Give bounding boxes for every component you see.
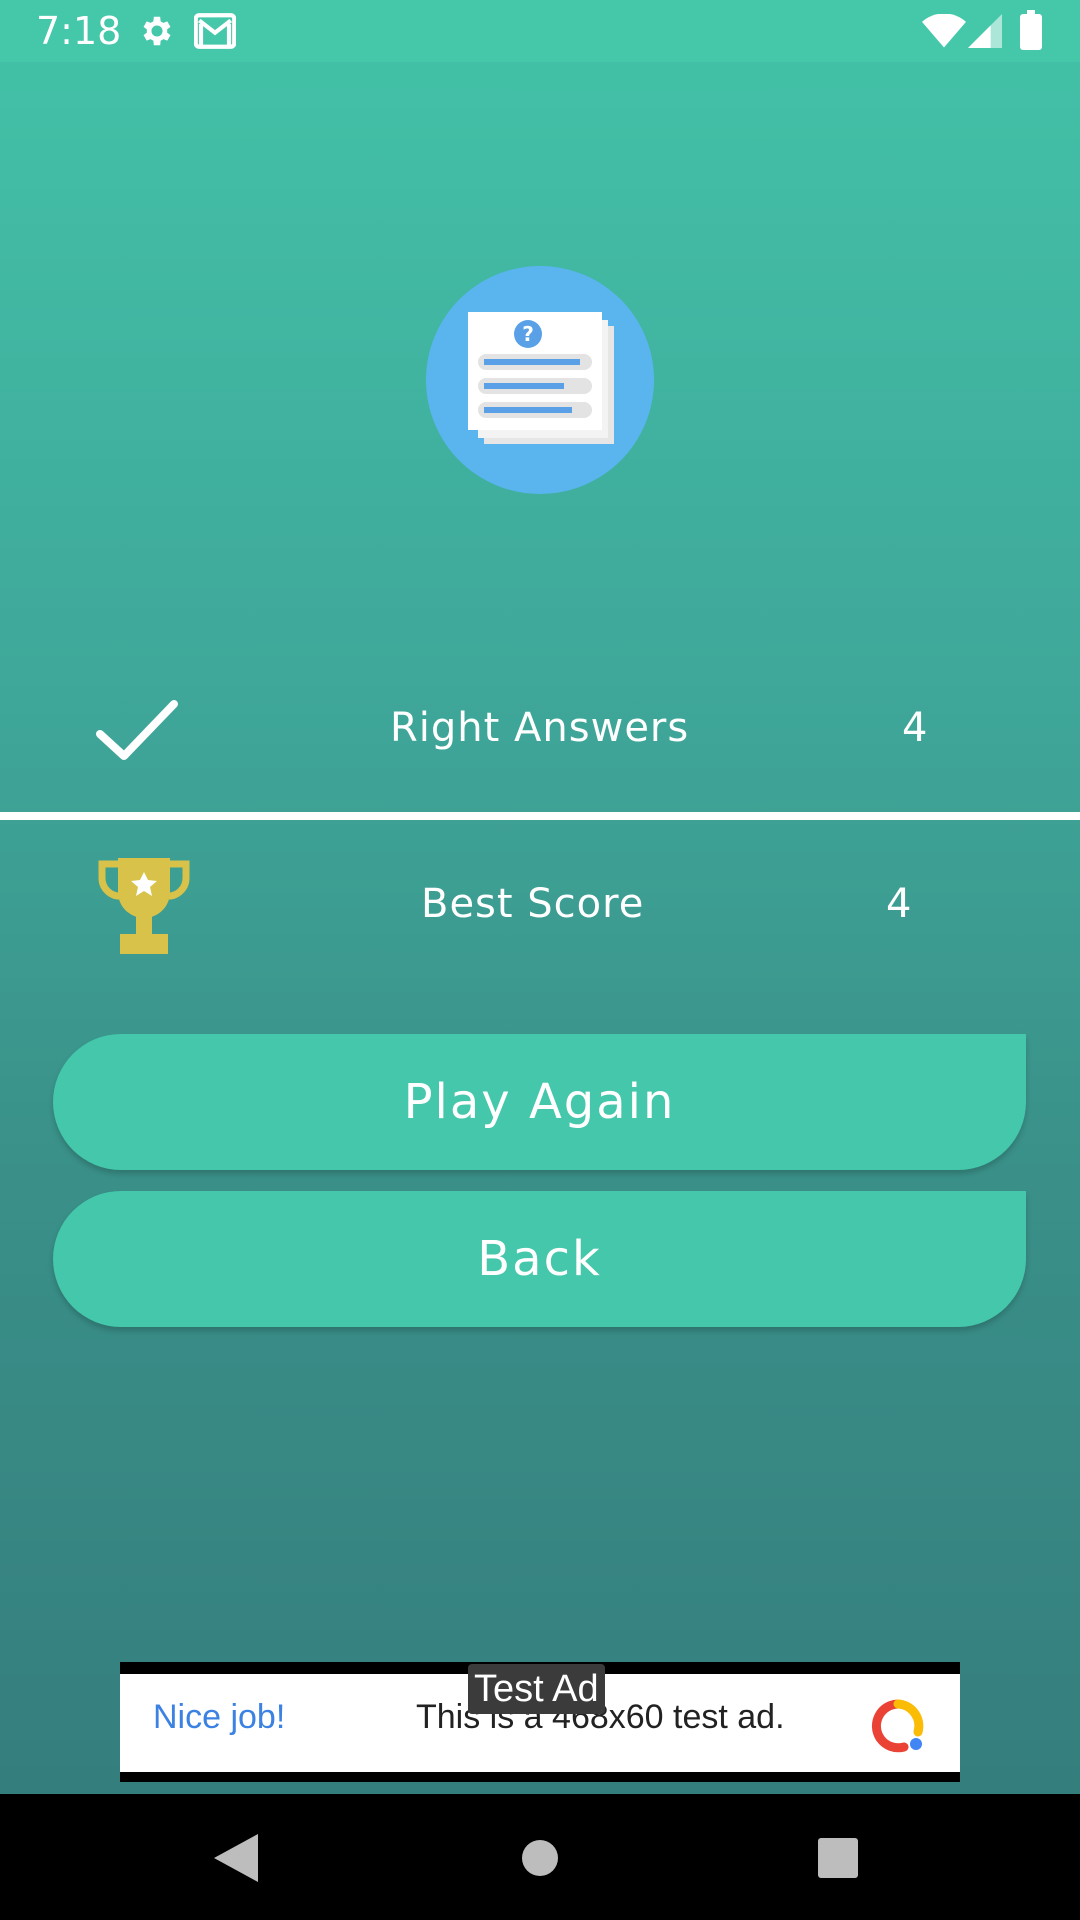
signal-icon — [968, 14, 1002, 52]
best-score-label: Best Score — [421, 881, 645, 927]
right-answers-value: 4 — [902, 705, 928, 751]
ad-title[interactable]: Nice job! — [153, 1698, 285, 1737]
gmail-icon — [193, 12, 237, 54]
gear-icon — [138, 12, 176, 54]
checkmark-icon — [96, 700, 178, 766]
adchoices-logo-icon[interactable] — [870, 1698, 926, 1758]
back-button[interactable]: Back — [53, 1191, 1026, 1327]
quiz-document-icon: ? — [468, 312, 620, 456]
status-bar: 7:18 — [0, 0, 1080, 62]
divider — [0, 812, 1080, 820]
svg-text:?: ? — [522, 322, 534, 346]
battery-icon — [1020, 10, 1042, 54]
play-again-button[interactable]: Play Again — [53, 1034, 1026, 1170]
back-triangle-icon[interactable] — [214, 1834, 258, 1886]
status-time: 7:18 — [36, 9, 122, 53]
back-label: Back — [477, 1231, 602, 1287]
recents-square-icon[interactable] — [818, 1838, 858, 1882]
home-circle-icon[interactable] — [520, 1838, 560, 1882]
test-ad-badge: Test Ad — [468, 1664, 605, 1714]
quiz-hero-circle: ? — [426, 266, 654, 494]
best-score-value: 4 — [886, 881, 912, 927]
right-answers-label: Right Answers — [390, 705, 690, 751]
navigation-bar — [0, 1794, 1080, 1920]
play-again-label: Play Again — [403, 1074, 676, 1130]
wifi-icon — [922, 13, 966, 52]
trophy-icon — [98, 852, 190, 960]
